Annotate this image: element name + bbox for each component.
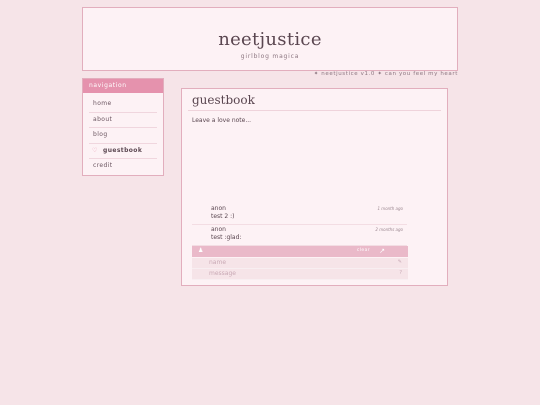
entry-timestamp: 1 month ago bbox=[377, 206, 403, 211]
nav-item-label: about bbox=[93, 115, 113, 123]
nav-item-blog[interactable]: blog bbox=[89, 128, 157, 144]
nav-item-label: guestbook bbox=[103, 146, 143, 154]
site-subtitle: girlblog magica bbox=[240, 53, 300, 60]
marquee-ticker: ✦ neetjustice v1.0 ✦ can you feel my hea… bbox=[313, 71, 458, 77]
intro-text: Leave a love note... bbox=[192, 117, 252, 124]
site-header: neetjustice girlblog magica bbox=[82, 7, 458, 71]
nav-item-credit[interactable]: credit bbox=[89, 159, 157, 174]
nav-item-about[interactable]: about bbox=[89, 113, 157, 128]
entry-message: test :glad: bbox=[211, 234, 242, 241]
title-divider bbox=[188, 110, 441, 111]
send-icon[interactable]: ↗ bbox=[379, 247, 385, 255]
main-content: guestbook Leave a love note... anon test… bbox=[181, 88, 448, 286]
nav-item-label: credit bbox=[93, 162, 113, 169]
entry-message: test 2 :) bbox=[211, 213, 235, 220]
nav-item-home[interactable]: home bbox=[89, 97, 157, 113]
site-title: neetjustice bbox=[218, 29, 322, 50]
guestbook-entry: anon test :glad: 2 months ago bbox=[192, 225, 407, 246]
nav-item-guestbook[interactable]: ♡ guestbook bbox=[89, 144, 157, 159]
message-field[interactable]: message ? bbox=[192, 269, 408, 280]
guestbook-form: ♟ clear ↗ name ✎ message ? bbox=[192, 246, 408, 280]
page-title: guestbook bbox=[192, 93, 255, 107]
form-toolbar: ♟ clear ↗ bbox=[192, 246, 408, 257]
navigation-panel: navigation home about blog ♡ guestbook cr… bbox=[82, 78, 164, 176]
user-icon: ♟ bbox=[198, 247, 204, 254]
edit-icon: ✎ bbox=[397, 259, 402, 265]
nav-item-label: blog bbox=[93, 131, 108, 138]
name-placeholder: name bbox=[209, 259, 227, 266]
heart-icon: ♡ bbox=[92, 146, 98, 154]
guestbook-entry: anon test 2 :) 1 month ago bbox=[192, 204, 407, 225]
message-placeholder: message bbox=[209, 270, 236, 277]
navigation-heading: navigation bbox=[83, 79, 163, 93]
name-field[interactable]: name ✎ bbox=[192, 258, 408, 269]
entry-timestamp: 2 months ago bbox=[375, 227, 403, 232]
clear-button[interactable]: clear bbox=[357, 248, 370, 253]
help-icon: ? bbox=[399, 270, 402, 276]
entry-author: anon bbox=[211, 205, 226, 212]
entry-author: anon bbox=[211, 226, 226, 233]
navigation-list: home about blog ♡ guestbook credit bbox=[83, 93, 163, 174]
nav-item-label: home bbox=[93, 100, 112, 107]
